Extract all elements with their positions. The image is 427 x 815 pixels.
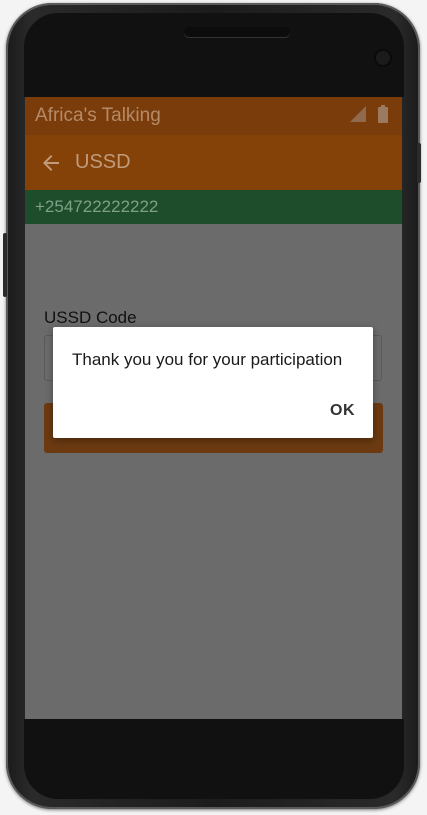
app-bar: USSD	[25, 135, 402, 190]
phone-number: +254722222222	[35, 197, 159, 216]
signal-icon	[350, 105, 366, 127]
alert-dialog: Thank you you for your participation OK	[53, 327, 373, 438]
dialog-message: Thank you you for your participation	[72, 350, 343, 369]
front-camera	[376, 51, 390, 65]
ussd-code-label: USSD Code	[44, 308, 137, 327]
bottom-bezel	[24, 719, 404, 799]
power-button	[417, 143, 421, 183]
status-icons	[350, 104, 388, 128]
ok-button[interactable]: OK	[330, 402, 355, 420]
phone-number-bar: +254722222222	[25, 190, 402, 224]
top-bezel	[24, 13, 404, 97]
speaker-grille	[184, 27, 290, 37]
status-bar: Africa's Talking	[25, 97, 402, 135]
battery-icon	[378, 104, 388, 128]
volume-button	[3, 233, 7, 297]
device-screen: Africa's Talking USSD +254722222222 USSD…	[25, 97, 402, 719]
page-title: USSD	[75, 151, 131, 173]
arrow-left-icon[interactable]	[37, 149, 65, 177]
status-bar-title: Africa's Talking	[35, 105, 161, 126]
